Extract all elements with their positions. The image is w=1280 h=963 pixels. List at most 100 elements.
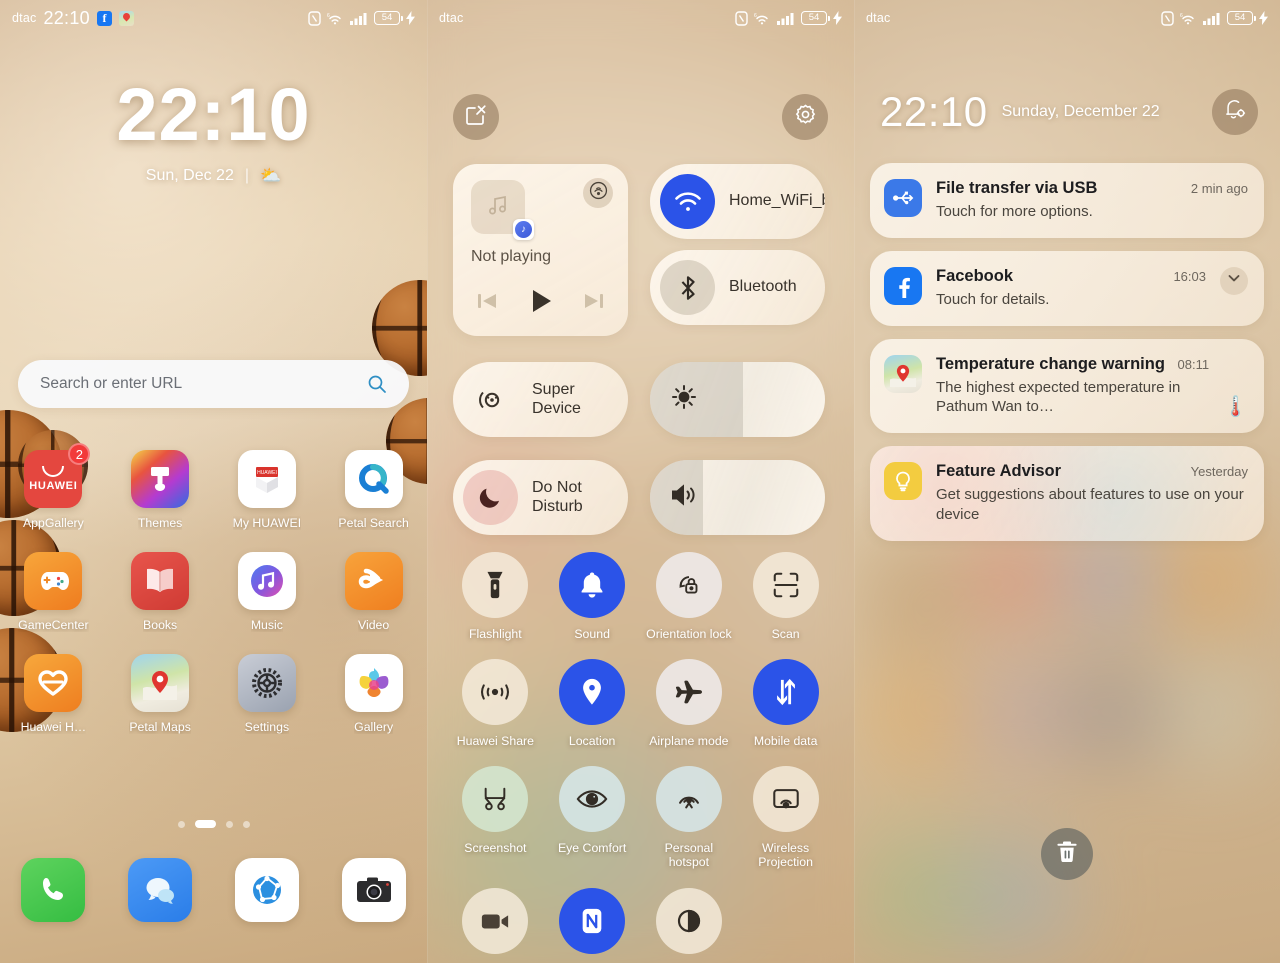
petalmaps-icon[interactable]	[131, 654, 190, 712]
toggle-huawei-share[interactable]: Huawei Share	[447, 659, 544, 748]
dock-item-camera[interactable]	[320, 858, 427, 922]
notification-title: File transfer via USB	[936, 179, 1098, 197]
dock-item-browser[interactable]	[214, 858, 321, 922]
notification-item[interactable]: Feature Advisor Yesterday Get suggestion…	[870, 446, 1264, 541]
app-themes[interactable]: Themes	[107, 450, 214, 530]
volume-slider[interactable]	[650, 460, 825, 535]
home-clock: 22:10	[116, 73, 311, 156]
edit-button[interactable]	[453, 94, 499, 140]
dock-item-messages[interactable]	[107, 858, 214, 922]
notification-body: Facebook 16:03 Touch for details.	[936, 267, 1206, 310]
notification-settings-icon	[1223, 98, 1247, 127]
app-music[interactable]: Music	[214, 552, 321, 632]
toggle-wireless-projection[interactable]: Wireless Projection	[737, 766, 834, 869]
themes-icon[interactable]	[131, 450, 190, 508]
expand-button[interactable]	[1220, 266, 1248, 295]
browser-icon[interactable]	[234, 858, 299, 922]
search-input[interactable]: Search or enter URL	[18, 360, 409, 408]
search-icon[interactable]	[367, 374, 387, 394]
app-myhuawei[interactable]: HUAWEI My HUAWEI	[214, 450, 321, 530]
app-label: Video	[358, 618, 390, 632]
toggle-personal-hotspot[interactable]: Personal hotspot	[641, 766, 738, 869]
huaweihealth-icon[interactable]	[24, 654, 83, 712]
facebook-icon	[884, 266, 922, 305]
settings-button[interactable]	[782, 94, 828, 140]
charging-icon	[833, 11, 842, 25]
toggle-eye-comfort[interactable]: Eye Comfort	[544, 766, 641, 869]
toggle-dark-mode[interactable]	[641, 887, 738, 963]
messages-icon[interactable]	[128, 858, 193, 922]
brightness-slider[interactable]	[650, 362, 825, 437]
page-dot-active[interactable]	[194, 820, 216, 828]
toggle-flashlight[interactable]: Flashlight	[447, 552, 544, 641]
lockscreen-clock-widget[interactable]: 22:10 Sun, Dec 22 | ⛅	[0, 78, 427, 186]
app-petalmaps[interactable]: Petal Maps	[107, 654, 214, 734]
toggle-scan[interactable]: Scan	[737, 552, 834, 641]
control-center-mid-grid: Super Device Do Not Disturb	[453, 362, 828, 535]
next-track-icon[interactable]	[582, 290, 606, 317]
media-player-card[interactable]: ♪ Not playing	[453, 164, 628, 336]
notification-item[interactable]: Facebook 16:03 Touch for details.	[870, 250, 1264, 326]
status-bar-right: 6 54	[308, 10, 415, 26]
books-icon[interactable]	[131, 552, 190, 610]
status-bar-right: 6 54	[1161, 10, 1268, 26]
carrier-label: dtac	[439, 11, 464, 25]
toggle-mobile-data[interactable]: Mobile data	[737, 659, 834, 748]
notification-time: 08:11	[1177, 356, 1210, 372]
app-appgallery[interactable]: HUAWEI 2 AppGallery	[0, 443, 107, 530]
app-books[interactable]: Books	[107, 552, 214, 632]
media-title: Not playing	[471, 248, 552, 265]
wifi-label: Home_WiFi_bigg…	[729, 192, 825, 210]
toggle-orientation-lock[interactable]: Orientation lock	[641, 552, 738, 641]
wifi-toggle[interactable]: Home_WiFi_bigg…	[650, 164, 825, 239]
status-bar-right: 6 54	[735, 10, 842, 26]
super-device-toggle[interactable]: Super Device	[453, 362, 628, 437]
page-dot[interactable]	[242, 820, 250, 828]
page-dot[interactable]	[225, 820, 233, 828]
clear-all-button[interactable]	[1041, 828, 1093, 880]
app-huawei-health[interactable]: Huawei H…	[0, 654, 107, 734]
toggle-screenshot[interactable]: Screenshot	[447, 766, 544, 869]
app-label: Music	[250, 618, 283, 632]
gallery-icon[interactable]	[344, 654, 403, 712]
toggle-sound[interactable]: Sound	[544, 552, 641, 641]
phone-icon[interactable]	[21, 858, 86, 922]
eye-icon	[559, 766, 626, 833]
page-indicator[interactable]	[0, 820, 427, 828]
app-video[interactable]: Video	[320, 552, 427, 632]
toggle-screen-recorder[interactable]	[447, 887, 544, 963]
petalsearch-icon[interactable]	[344, 450, 403, 508]
toggle-nfc[interactable]	[544, 887, 641, 963]
toggle-location[interactable]: Location	[544, 659, 641, 748]
status-bar-left: dtac 22:10 f	[12, 8, 134, 29]
app-petalsearch[interactable]: Petal Search	[320, 450, 427, 530]
notification-settings-button[interactable]	[1212, 89, 1258, 135]
cast-button[interactable]	[583, 178, 613, 208]
toggle-airplane-mode[interactable]: Airplane mode	[641, 659, 738, 748]
bluetooth-toggle[interactable]: Bluetooth	[650, 250, 825, 325]
app-gamecenter[interactable]: GameCenter	[0, 552, 107, 632]
appgallery-icon[interactable]: HUAWEI 2	[24, 443, 91, 508]
moon-icon	[463, 470, 518, 525]
app-gallery[interactable]: Gallery	[320, 654, 427, 734]
camera-icon[interactable]	[341, 858, 406, 922]
notification-item[interactable]: Temperature change warning 08:11 The hig…	[870, 338, 1264, 434]
notification-top-row: Temperature change warning 08:11	[936, 355, 1209, 374]
status-bar-home: dtac 22:10 f 6 54	[0, 0, 427, 36]
app-grid: HUAWEI 2 AppGallery Themes HUAWEI My HUA…	[0, 443, 427, 734]
control-center-top-grid: ♪ Not playing Home_WiFi_ Bluetooth	[453, 164, 828, 336]
music-icon[interactable]	[237, 552, 296, 610]
settings-icon[interactable]	[237, 654, 296, 712]
gamecenter-icon[interactable]	[24, 552, 83, 610]
notification-item[interactable]: File transfer via USB 2 min ago Touch fo…	[870, 163, 1264, 238]
app-settings[interactable]: Settings	[214, 654, 321, 734]
do-not-disturb-toggle[interactable]: Do Not Disturb	[453, 460, 628, 535]
play-icon[interactable]	[527, 287, 555, 320]
myhuawei-icon[interactable]: HUAWEI	[237, 450, 296, 508]
video-icon[interactable]	[344, 552, 403, 610]
dock	[0, 858, 427, 922]
album-art-placeholder: ♪	[471, 180, 534, 240]
previous-track-icon[interactable]	[475, 290, 499, 317]
page-dot[interactable]	[177, 820, 185, 828]
dock-item-phone[interactable]	[0, 858, 107, 922]
